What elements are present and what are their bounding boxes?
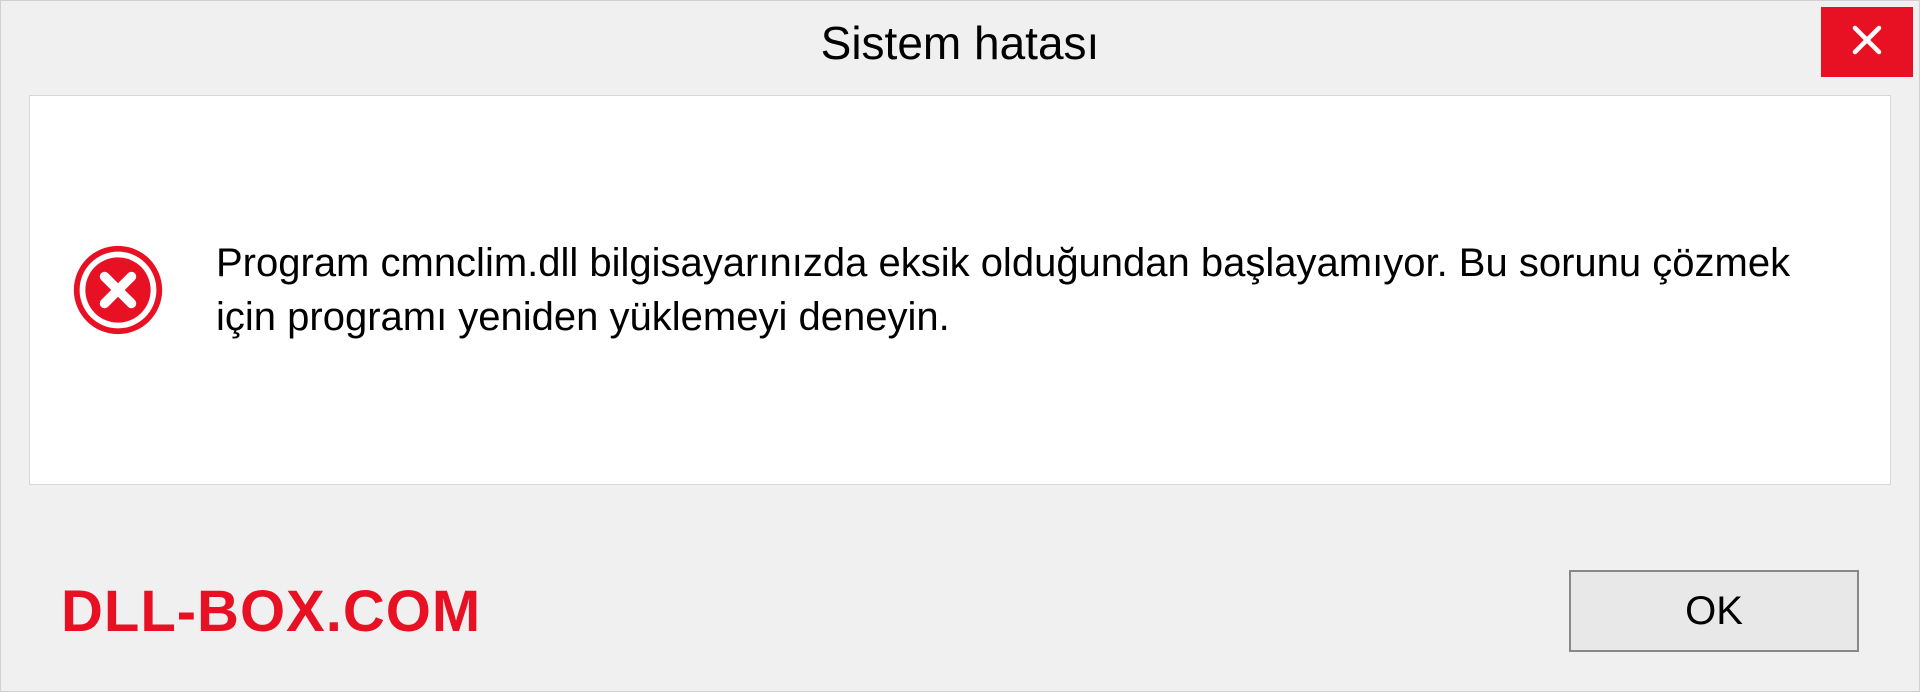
content-panel: Program cmnclim.dll bilgisayarınızda eks… <box>29 95 1891 485</box>
watermark-text: DLL-BOX.COM <box>61 578 481 645</box>
error-circle-x-icon <box>70 242 166 338</box>
dialog-title: Sistem hatası <box>821 16 1100 70</box>
titlebar: Sistem hatası <box>1 1 1919 85</box>
ok-button[interactable]: OK <box>1569 570 1859 652</box>
error-dialog-window: Sistem hatası Program cmnclim.dll bilgis… <box>0 0 1920 692</box>
footer-bar: DLL-BOX.COM OK <box>1 531 1919 691</box>
close-button[interactable] <box>1821 7 1913 77</box>
close-icon <box>1849 22 1885 63</box>
error-message: Program cmnclim.dll bilgisayarınızda eks… <box>216 236 1850 344</box>
